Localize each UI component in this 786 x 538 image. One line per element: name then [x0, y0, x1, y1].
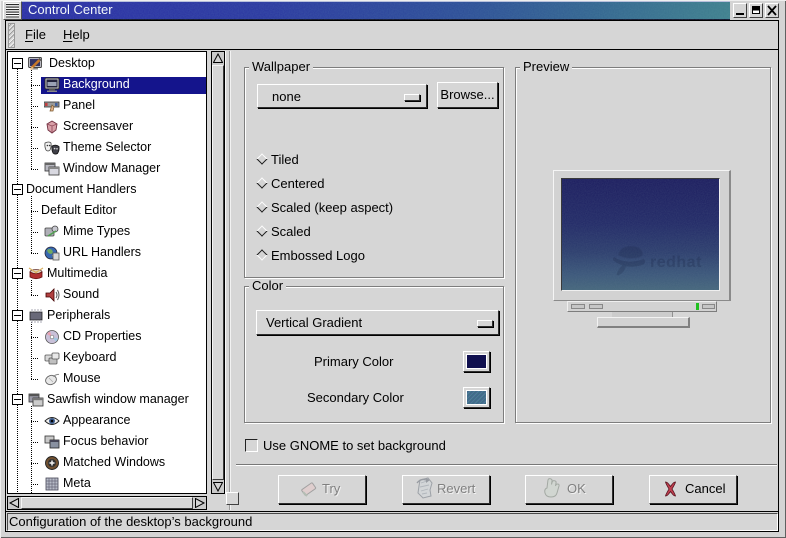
- svg-text:redhat: redhat: [650, 254, 702, 271]
